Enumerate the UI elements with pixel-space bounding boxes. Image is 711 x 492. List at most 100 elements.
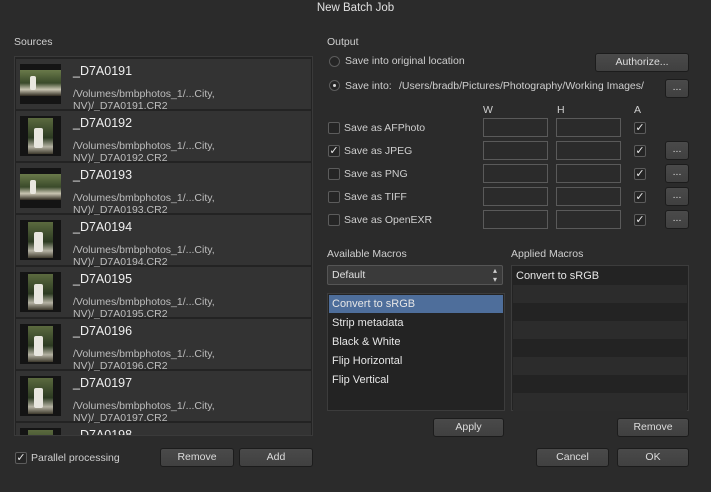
source-item[interactable]: _D7A0198 (16, 423, 311, 436)
checkmark-icon: ✓ (635, 145, 645, 157)
photo-thumbnail (20, 376, 61, 416)
checkmark-icon: ✓ (635, 191, 645, 203)
source-item[interactable]: _D7A0194/Volumes/bmbphotos_1/...City, NV… (16, 215, 311, 268)
source-item[interactable]: _D7A0192/Volumes/bmbphotos_1/...City, NV… (16, 111, 311, 164)
cancel-button[interactable]: Cancel (536, 448, 609, 467)
source-item[interactable]: _D7A0191/Volumes/bmbphotos_1/...City, NV… (16, 59, 311, 112)
source-path: /Volumes/bmbphotos_1/...City, NV)/_D7A01… (73, 140, 215, 164)
checkmark-icon: ✓ (635, 168, 645, 180)
remove-source-button[interactable]: Remove (160, 448, 234, 467)
format-options-button[interactable]: ... (665, 210, 689, 229)
format-checkbox[interactable] (328, 122, 340, 134)
authorize-button[interactable]: Authorize... (595, 53, 689, 72)
format-options-button[interactable]: ... (665, 164, 689, 183)
format-checkbox[interactable] (328, 191, 340, 203)
source-name: _D7A0194 (73, 220, 133, 234)
available-macros-list[interactable]: Convert to sRGB Strip metadata Black & Whi… (327, 293, 505, 411)
height-column-header: H (557, 104, 565, 116)
format-label: Save as TIFF (344, 191, 407, 203)
height-field[interactable] (556, 141, 621, 160)
photo-thumbnail (20, 220, 61, 260)
checkmark-icon: ✓ (329, 145, 339, 157)
available-macro-item[interactable]: Black & White (329, 333, 503, 351)
format-checkbox[interactable] (328, 168, 340, 180)
applied-macros-label: Applied Macros (511, 248, 584, 260)
available-macros-label: Available Macros (327, 248, 407, 260)
height-field[interactable] (556, 118, 621, 137)
save-into-path: /Users/bradb/Pictures/Photography/Workin… (399, 80, 644, 92)
source-item[interactable]: _D7A0195/Volumes/bmbphotos_1/...City, NV… (16, 267, 311, 320)
available-macro-item[interactable]: Flip Horizontal (329, 352, 503, 370)
width-field[interactable] (483, 118, 548, 137)
aspect-checkbox[interactable]: ✓ (634, 168, 646, 180)
photo-thumbnail (20, 428, 61, 435)
height-field[interactable] (556, 210, 621, 229)
width-field[interactable] (483, 210, 548, 229)
aspect-checkbox[interactable]: ✓ (634, 122, 646, 134)
aspect-checkbox[interactable]: ✓ (634, 214, 646, 226)
format-checkbox[interactable]: ✓ (328, 145, 340, 157)
source-path: /Volumes/bmbphotos_1/...City, NV)/_D7A01… (73, 296, 215, 320)
photo-thumbnail (20, 324, 61, 364)
format-label: Save as OpenEXR (344, 214, 433, 226)
applied-macro-item[interactable]: Convert to sRGB (513, 267, 687, 285)
sources-list[interactable]: _D7A0191/Volumes/bmbphotos_1/...City, NV… (14, 56, 313, 436)
source-name: _D7A0198 (73, 428, 133, 436)
parallel-processing-label: Parallel processing (31, 452, 120, 464)
width-field[interactable] (483, 187, 548, 206)
width-field[interactable] (483, 164, 548, 183)
source-item[interactable]: _D7A0197/Volumes/bmbphotos_1/...City, NV… (16, 371, 311, 424)
photo-thumbnail (20, 64, 61, 104)
checkmark-icon: ✓ (635, 122, 645, 134)
save-into-label: Save into: (345, 80, 392, 92)
applied-macros-list[interactable]: Convert to sRGB (511, 265, 689, 411)
macro-category-select[interactable]: Default ▴ ▾ (327, 265, 503, 285)
output-label: Output (327, 36, 359, 48)
source-name: _D7A0192 (73, 116, 133, 130)
format-options-button[interactable]: ... (665, 141, 689, 160)
format-label: Save as JPEG (344, 145, 413, 157)
source-path: /Volumes/bmbphotos_1/...City, NV)/_D7A01… (73, 348, 215, 372)
width-column-header: W (483, 104, 493, 116)
remove-macro-button[interactable]: Remove (617, 418, 689, 437)
height-field[interactable] (556, 187, 621, 206)
ok-button[interactable]: OK (617, 448, 689, 467)
checkmark-icon: ✓ (635, 214, 645, 226)
format-checkbox[interactable] (328, 214, 340, 226)
photo-thumbnail (20, 168, 61, 208)
source-item[interactable]: _D7A0196/Volumes/bmbphotos_1/...City, NV… (16, 319, 311, 372)
photo-thumbnail (20, 272, 61, 312)
aspect-checkbox[interactable]: ✓ (634, 145, 646, 157)
height-field[interactable] (556, 164, 621, 183)
source-path: /Volumes/bmbphotos_1/...City, NV)/_D7A01… (73, 400, 215, 424)
browse-button[interactable]: ... (665, 79, 689, 98)
format-options-button[interactable]: ... (665, 187, 689, 206)
checkmark-icon: ✓ (16, 452, 26, 464)
photo-thumbnail (20, 116, 61, 156)
available-macro-item[interactable]: Strip metadata (329, 314, 503, 332)
macro-category-value: Default (332, 269, 366, 281)
available-macro-item[interactable]: Convert to sRGB (329, 295, 503, 313)
width-field[interactable] (483, 141, 548, 160)
available-macro-item[interactable]: Flip Vertical (329, 371, 503, 389)
format-label: Save as PNG (344, 168, 408, 180)
source-name: _D7A0196 (73, 324, 133, 338)
source-name: _D7A0197 (73, 376, 133, 390)
apply-macro-button[interactable]: Apply (433, 418, 504, 437)
aspect-checkbox[interactable]: ✓ (634, 191, 646, 203)
window-title: New Batch Job (316, 2, 395, 14)
source-name: _D7A0193 (73, 168, 133, 182)
aspect-column-header: A (634, 104, 642, 116)
original-location-label: Save into original location (345, 55, 465, 67)
source-path: /Volumes/bmbphotos_1/...City, NV)/_D7A01… (73, 192, 215, 216)
source-path: /Volumes/bmbphotos_1/...City, NV)/_D7A01… (73, 88, 215, 112)
parallel-processing-checkbox[interactable]: ✓ (15, 452, 27, 464)
source-item[interactable]: _D7A0193/Volumes/bmbphotos_1/...City, NV… (16, 163, 311, 216)
add-source-button[interactable]: Add (239, 448, 313, 467)
format-label: Save as AFPhoto (344, 122, 426, 134)
source-path: /Volumes/bmbphotos_1/...City, NV)/_D7A01… (73, 244, 215, 268)
save-into-radio[interactable] (329, 80, 340, 91)
source-name: _D7A0195 (73, 272, 133, 286)
updown-chevron-icon: ▴ ▾ (492, 266, 497, 284)
original-location-radio[interactable] (329, 56, 340, 67)
